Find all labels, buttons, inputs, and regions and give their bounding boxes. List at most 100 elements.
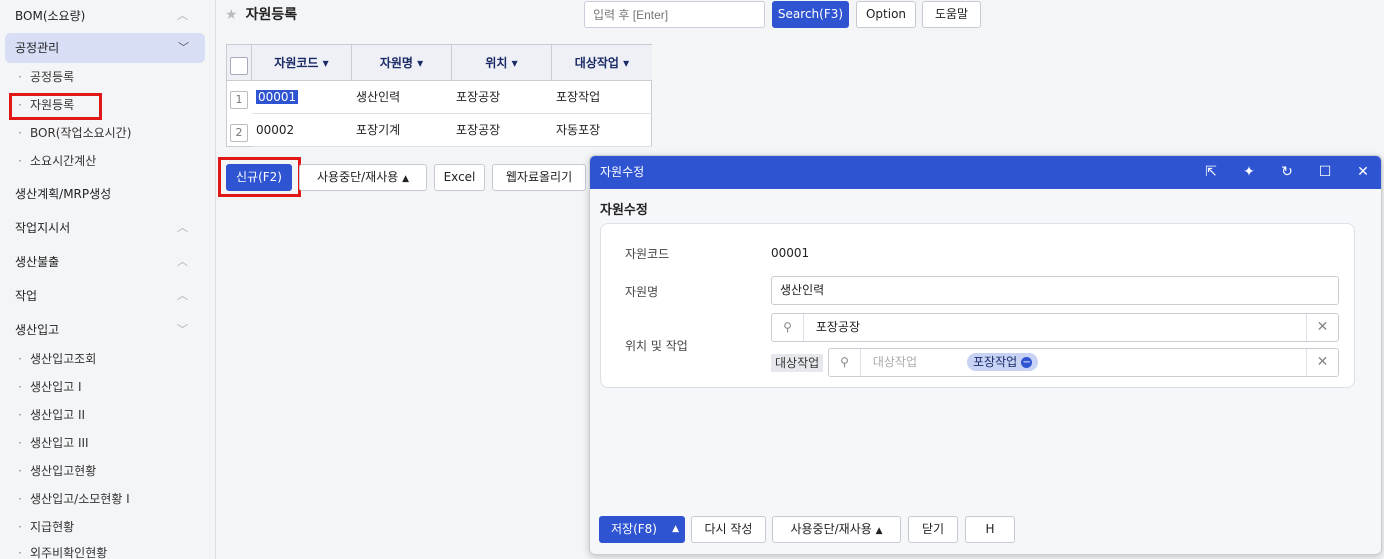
option-button[interactable]: Option xyxy=(856,1,916,28)
search-icon: ⚲ xyxy=(829,349,861,376)
sidebar-item-label: 생산입고현황 xyxy=(30,464,97,478)
sidebar-item-time-calc[interactable]: · 소요시간계산 xyxy=(0,150,215,172)
select-all-checkbox[interactable] xyxy=(230,57,248,75)
table-cell-task[interactable]: 자동포장 xyxy=(552,114,652,147)
maximize-icon[interactable]: ☐ xyxy=(1315,156,1335,189)
sidebar-item-receipt-1[interactable]: · 생산입고 I xyxy=(0,376,215,398)
toggle-use-label: 사용중단/재사용 xyxy=(790,522,872,536)
star-icon[interactable]: ★ xyxy=(225,7,238,23)
save-button[interactable]: 저장(F8) ▲ xyxy=(599,516,685,543)
location-field[interactable]: ⚲ 포장공장 ✕ xyxy=(771,313,1339,342)
name-label: 자원명 xyxy=(625,285,659,299)
bullet-icon: · xyxy=(18,492,22,506)
toggle-use-button[interactable]: 사용중단/재사용 ▲ xyxy=(772,516,901,543)
sidebar-item-label: 생산입고 II xyxy=(30,408,86,422)
sort-icon: ▾ xyxy=(511,56,518,70)
chevron-up-icon: ︿ xyxy=(177,289,188,302)
task-tag-label: 포장작업 xyxy=(973,355,1018,369)
grid-header-task[interactable]: 대상작업 ▾ xyxy=(552,45,652,81)
sidebar-item-supply-status[interactable]: · 지급현황 xyxy=(0,516,215,538)
bullet-icon: · xyxy=(18,464,22,478)
chevron-up-icon: ︿ xyxy=(177,9,188,22)
sidebar-item-label: 공정등록 xyxy=(30,70,75,84)
close-icon[interactable]: ✕ xyxy=(1353,156,1373,189)
web-upload-button[interactable]: 웹자료올리기 xyxy=(492,164,586,191)
h-button[interactable]: H xyxy=(965,516,1015,543)
bullet-icon: · xyxy=(18,380,22,394)
menu-group-receipt[interactable]: 생산입고 ﹀ xyxy=(0,316,215,344)
bullet-icon: · xyxy=(18,546,22,559)
grid-header-location[interactable]: 위치 ▾ xyxy=(452,45,552,81)
close-button[interactable]: 닫기 xyxy=(908,516,958,543)
task-placeholder: 대상작업 xyxy=(872,355,917,369)
task-field[interactable]: ⚲ 대상작업 포장작업 − ✕ xyxy=(828,348,1339,377)
bullet-icon: · xyxy=(18,520,22,534)
name-field[interactable]: 생산인력 xyxy=(771,276,1339,305)
menu-group-mrp[interactable]: 생산계획/MRP생성 xyxy=(0,180,215,208)
toggle-use-label: 사용중단/재사용 xyxy=(316,170,399,184)
menu-group-work[interactable]: 작업 ︿ xyxy=(0,282,215,310)
table-cell-task[interactable]: 포장작업 xyxy=(552,81,652,114)
task-tag[interactable]: 포장작업 − xyxy=(967,353,1039,371)
table-cell-name[interactable]: 포장기계 xyxy=(352,114,452,147)
table-cell-code[interactable]: 00001 xyxy=(252,81,352,114)
menu-group-label: 작업지시서 xyxy=(15,221,71,235)
task-prefix-label: 대상작업 xyxy=(771,354,824,372)
search-input[interactable] xyxy=(584,1,765,28)
modal-title: 자원수정 xyxy=(600,165,645,179)
bullet-icon: · xyxy=(18,352,22,366)
menu-group-bom[interactable]: BOM(소요량) ︿ xyxy=(0,2,215,30)
menu-group-label: BOM(소요량) xyxy=(15,9,86,23)
table-cell-name[interactable]: 생산인력 xyxy=(352,81,452,114)
modal-subtitle: 자원수정 xyxy=(600,203,648,218)
remove-tag-icon[interactable]: − xyxy=(1021,357,1033,368)
modal-header: 자원수정 ⇱ ✦ ↻ ☐ ✕ xyxy=(590,156,1381,189)
menu-group-process[interactable]: 공정관리 ﹀ xyxy=(5,33,205,63)
rewrite-button[interactable]: 다시 작성 xyxy=(691,516,766,543)
search-icon: ⚲ xyxy=(772,314,804,341)
sidebar-item-bor[interactable]: · BOR(작업소요시간) xyxy=(0,122,215,144)
highlight-box xyxy=(9,93,102,120)
sort-icon: ▾ xyxy=(417,56,424,70)
grid-header-code[interactable]: 자원코드 ▾ xyxy=(252,45,352,81)
sort-icon: ▾ xyxy=(322,56,329,70)
sidebar-item-receipt-status[interactable]: · 생산입고현황 xyxy=(0,460,215,482)
menu-group-label: 작업 xyxy=(15,289,38,303)
sidebar-item-label: 지급현황 xyxy=(30,520,75,534)
grid-header-name[interactable]: 자원명 ▾ xyxy=(352,45,452,81)
resource-grid: 자원코드 ▾ 자원명 ▾ 위치 ▾ 대상작업 ▾ 1 00001 생산인력 포장… xyxy=(226,44,652,147)
sidebar-item-process-register[interactable]: · 공정등록 xyxy=(0,66,215,88)
page-title-text: 자원등록 xyxy=(245,7,298,23)
table-cell-location[interactable]: 포장공장 xyxy=(452,114,552,147)
menu-group-work-order[interactable]: 작업지시서 ︿ xyxy=(0,214,215,242)
caret-up-icon: ▲ xyxy=(875,526,883,536)
chevron-down-icon: ﹀ xyxy=(177,323,188,336)
sidebar-item-receipt-2[interactable]: · 생산입고 II xyxy=(0,404,215,426)
bullet-icon: · xyxy=(18,436,22,450)
sidebar-item-label: 소요시간계산 xyxy=(30,154,97,168)
row-number: 2 xyxy=(230,124,248,142)
help-button[interactable]: 도움말 xyxy=(922,1,981,28)
menu-group-label: 생산불출 xyxy=(15,255,60,269)
sidebar-item-receipt-3[interactable]: · 생산입고 III xyxy=(0,432,215,454)
excel-button[interactable]: Excel xyxy=(434,164,485,191)
pin-icon[interactable]: ✦ xyxy=(1239,156,1259,189)
sidebar-item-receipt-consume[interactable]: · 생산입고/소모현황 I xyxy=(0,488,215,510)
sidebar-item-receipt-query[interactable]: · 생산입고조회 xyxy=(0,348,215,370)
table-cell-location[interactable]: 포장공장 xyxy=(452,81,552,114)
menu-group-label: 생산입고 xyxy=(15,323,60,337)
sidebar-item-label: 외주비확인현황 xyxy=(30,546,108,559)
sidebar-item-outsource[interactable]: · 외주비확인현황 xyxy=(0,542,215,559)
location-value: 포장공장 xyxy=(815,320,860,334)
form-card: 자원코드 00001 자원명 생산인력 위치 및 작업 ⚲ 포장공장 ✕ 대상작… xyxy=(600,223,1355,388)
popout-icon[interactable]: ⇱ xyxy=(1201,156,1221,189)
chevron-down-icon: ﹀ xyxy=(178,41,189,54)
toggle-use-button[interactable]: 사용중단/재사용 ▲ xyxy=(299,164,427,191)
clear-location-icon[interactable]: ✕ xyxy=(1306,314,1338,341)
clear-task-icon[interactable]: ✕ xyxy=(1306,349,1338,376)
refresh-icon[interactable]: ↻ xyxy=(1277,156,1297,189)
sidebar-item-label: 생산입고/소모현황 I xyxy=(30,492,130,506)
table-cell-code[interactable]: 00002 xyxy=(252,114,352,147)
search-button[interactable]: Search(F3) xyxy=(772,1,849,28)
menu-group-issue[interactable]: 생산불출 ︿ xyxy=(0,248,215,276)
